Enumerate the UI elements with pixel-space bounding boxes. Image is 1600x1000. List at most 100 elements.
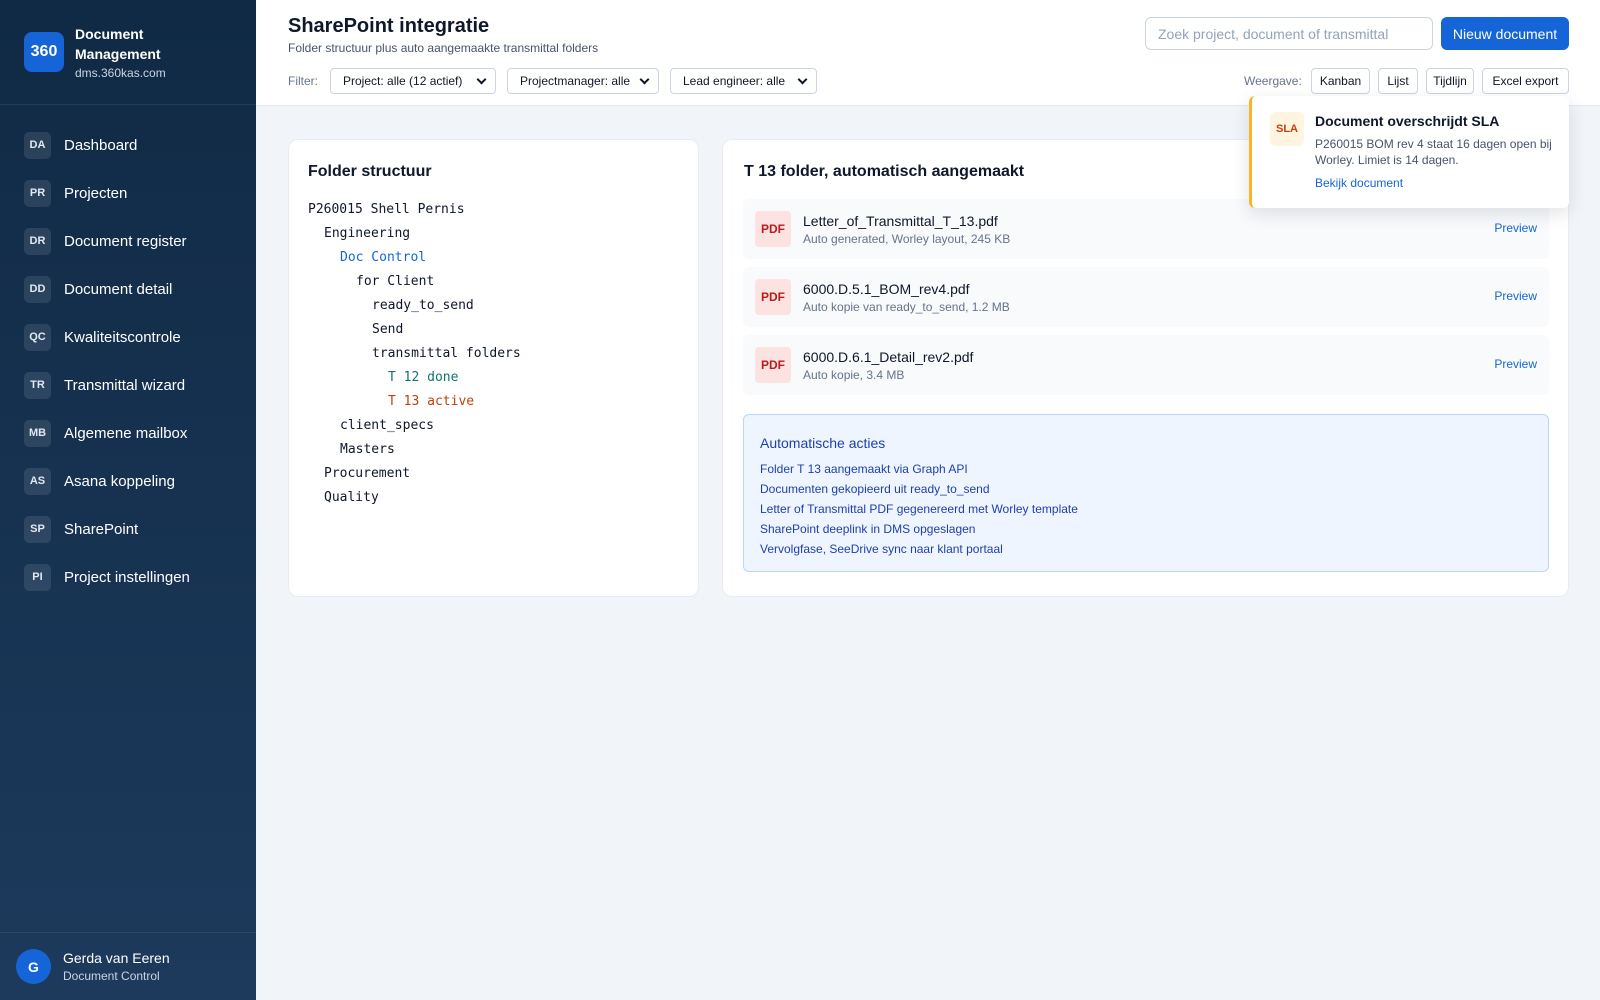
sidebar: 360 Document Management dms.360kas.com D… xyxy=(0,0,256,1000)
tree-node[interactable]: Quality xyxy=(308,486,521,510)
sharepoint-icon: SP xyxy=(24,515,51,543)
transmittal-icon: TR xyxy=(24,371,51,399)
pdf-icon: PDF xyxy=(755,211,791,247)
lead-engineer-filter-select[interactable]: Lead engineer: alle xyxy=(670,68,817,94)
action-item: Vervolgfase, SeeDrive sync naar klant po… xyxy=(760,542,1003,556)
page-subtitle: Folder structuur plus auto aangemaakte t… xyxy=(288,41,599,55)
notification-title: Document overschrijdt SLA xyxy=(1315,113,1500,129)
tree-node-in-progress[interactable]: T 13 active xyxy=(308,390,521,414)
app-name: Document Management xyxy=(75,26,161,62)
projectmanager-filter-value: Projectmanager: alle xyxy=(520,74,631,88)
action-item: Letter of Transmittal PDF gegenereerd me… xyxy=(760,502,1078,516)
sidebar-item-transmittal-wizard[interactable]: TR Transmittal wizard xyxy=(0,361,256,409)
action-item: SharePoint deeplink in DMS opgeslagen xyxy=(760,522,976,536)
file-name: 6000.D.5.1_BOM_rev4.pdf xyxy=(803,281,970,297)
tree-node-active[interactable]: Doc Control xyxy=(308,246,521,270)
tree-node[interactable]: for Client xyxy=(308,270,521,294)
settings-icon: PI xyxy=(24,563,51,591)
document-detail-icon: DD xyxy=(24,275,51,303)
file-meta: Auto kopie van ready_to_send, 1.2 MB xyxy=(803,300,1010,314)
sidebar-item-document-detail[interactable]: DD Document detail xyxy=(0,265,256,313)
preview-link[interactable]: Preview xyxy=(1494,221,1537,235)
t13-folder-title: T 13 folder, automatisch aangemaakt xyxy=(744,163,1025,180)
sidebar-item-algemene-mailbox[interactable]: MB Algemene mailbox xyxy=(0,409,256,457)
projects-icon: PR xyxy=(24,179,51,207)
file-meta: Auto generated, Worley layout, 245 KB xyxy=(803,232,1011,246)
page-title: SharePoint integratie xyxy=(288,15,490,37)
sidebar-item-document-register[interactable]: DR Document register xyxy=(0,217,256,265)
file-name: 6000.D.6.1_Detail_rev2.pdf xyxy=(803,349,974,365)
view-document-link[interactable]: Bekijk document xyxy=(1315,176,1403,190)
view-timeline-button[interactable]: Tijdlijn xyxy=(1426,68,1474,94)
brand: 360 Document Management dms.360kas.com xyxy=(0,0,256,105)
sidebar-item-dashboard[interactable]: DA Dashboard xyxy=(0,121,256,169)
file-row: PDF 6000.D.6.1_Detail_rev2.pdf Auto kopi… xyxy=(743,335,1549,395)
view-list-button[interactable]: Lijst xyxy=(1378,68,1418,94)
tree-node[interactable]: ready_to_send xyxy=(308,294,521,318)
lead-engineer-filter-value: Lead engineer: alle xyxy=(683,74,786,88)
dashboard-icon: DA xyxy=(24,131,51,159)
file-meta: Auto kopie, 3.4 MB xyxy=(803,368,905,382)
sidebar-item-label: Project instellingen xyxy=(64,568,190,586)
sidebar-item-project-instellingen[interactable]: PI Project instellingen xyxy=(0,553,256,601)
sla-warning-icon: SLA xyxy=(1270,112,1304,146)
view-kanban-button[interactable]: Kanban xyxy=(1311,68,1370,94)
asana-icon: AS xyxy=(24,467,51,495)
sidebar-nav: DA Dashboard PR Projecten DR Document re… xyxy=(0,105,256,601)
mailbox-icon: MB xyxy=(24,419,51,447)
file-row: PDF Letter_of_Transmittal_T_13.pdf Auto … xyxy=(743,199,1549,259)
app-domain: dms.360kas.com xyxy=(75,66,166,80)
preview-link[interactable]: Preview xyxy=(1494,289,1537,303)
excel-export-button[interactable]: Excel export xyxy=(1482,68,1569,94)
tree-node[interactable]: Send xyxy=(308,318,521,342)
sidebar-item-asana-koppeling[interactable]: AS Asana koppeling xyxy=(0,457,256,505)
tree-node[interactable]: Procurement xyxy=(308,462,521,486)
project-filter-select[interactable]: Project: alle (12 actief) xyxy=(330,68,496,94)
new-document-button[interactable]: Nieuw document xyxy=(1441,17,1569,50)
tree-node[interactable]: Masters xyxy=(308,438,521,462)
pdf-icon: PDF xyxy=(755,279,791,315)
tree-node[interactable]: P260015 Shell Pernis xyxy=(308,198,521,222)
preview-link[interactable]: Preview xyxy=(1494,357,1537,371)
folder-structure-title: Folder structuur xyxy=(308,163,432,180)
user-name: Gerda van Eeren xyxy=(63,950,170,966)
user-profile[interactable]: G Gerda van Eeren Document Control xyxy=(0,932,256,1000)
pdf-icon: PDF xyxy=(755,347,791,383)
sidebar-item-kwaliteitscontrole[interactable]: QC Kwaliteitscontrole xyxy=(0,313,256,361)
action-item: Folder T 13 aangemaakt via Graph API xyxy=(760,462,968,476)
file-row: PDF 6000.D.5.1_BOM_rev4.pdf Auto kopie v… xyxy=(743,267,1549,327)
sidebar-item-sharepoint[interactable]: SP SharePoint xyxy=(0,505,256,553)
tree-node[interactable]: transmittal folders xyxy=(308,342,521,366)
sidebar-item-projecten[interactable]: PR Projecten xyxy=(0,169,256,217)
sidebar-item-label: Kwaliteitscontrole xyxy=(64,328,181,346)
notification-body: P260015 BOM rev 4 staat 16 dagen open bi… xyxy=(1315,137,1552,167)
search-input[interactable] xyxy=(1145,17,1433,50)
chevron-down-icon xyxy=(476,74,487,84)
app-logo: 360 xyxy=(24,32,64,72)
automatic-actions-panel: Automatische acties Folder T 13 aangemaa… xyxy=(743,414,1549,572)
tree-node[interactable]: Engineering xyxy=(308,222,521,246)
filter-label: Filter: xyxy=(288,74,318,88)
folder-tree: P260015 Shell Pernis Engineering Doc Con… xyxy=(308,198,521,510)
folder-structure-card: Folder structuur P260015 Shell Pernis En… xyxy=(288,139,699,597)
user-role: Document Control xyxy=(63,969,160,983)
sidebar-item-label: Dashboard xyxy=(64,136,138,154)
sidebar-item-label: Document detail xyxy=(64,280,173,298)
automatic-actions-title: Automatische acties xyxy=(760,435,886,451)
sidebar-item-label: Transmittal wizard xyxy=(64,376,186,394)
avatar: G xyxy=(16,949,51,984)
view-label: Weergave: xyxy=(1244,74,1302,88)
sidebar-item-label: Asana koppeling xyxy=(64,472,175,490)
automatic-actions-list: Folder T 13 aangemaakt via Graph API Doc… xyxy=(760,459,1078,559)
sla-notification: SLA Document overschrijdt SLA P260015 BO… xyxy=(1249,96,1569,208)
sidebar-item-label: SharePoint xyxy=(64,520,139,538)
tree-node[interactable]: client_specs xyxy=(308,414,521,438)
sidebar-item-label: Document register xyxy=(64,232,187,250)
document-register-icon: DR xyxy=(24,227,51,255)
file-name: Letter_of_Transmittal_T_13.pdf xyxy=(803,213,998,229)
top-header: SharePoint integratie Folder structuur p… xyxy=(256,0,1600,106)
chevron-down-icon xyxy=(639,74,650,84)
chevron-down-icon xyxy=(797,74,808,84)
tree-node-done[interactable]: T 12 done xyxy=(308,366,521,390)
projectmanager-filter-select[interactable]: Projectmanager: alle xyxy=(507,68,659,94)
